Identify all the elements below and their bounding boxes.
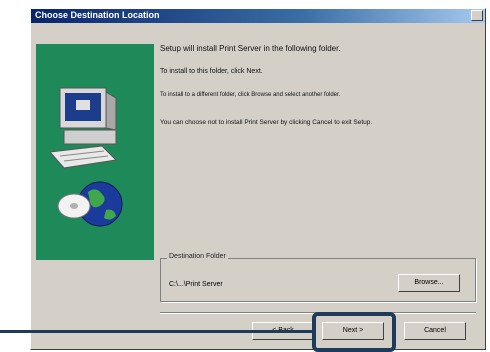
cd-icon	[57, 193, 91, 219]
callout-pointer-line	[0, 330, 316, 333]
install-location-text: Setup will install Print Server in the f…	[160, 44, 341, 53]
installer-graphic-panel	[36, 44, 154, 260]
browse-button[interactable]: Browse...	[398, 274, 460, 292]
next-button-highlight	[312, 312, 396, 352]
title-bar: Choose Destination Location	[31, 9, 485, 23]
computer-icon	[48, 87, 118, 169]
next-instruction-text: To install to this folder, click Next.	[160, 68, 263, 75]
window-title: Choose Destination Location	[35, 10, 160, 20]
cancel-button[interactable]: Cancel	[404, 322, 466, 340]
browse-instruction-text: To install to a different folder, click …	[160, 92, 341, 98]
cancel-instruction-text: You can choose not to install Print Serv…	[160, 119, 373, 126]
close-button[interactable]	[471, 10, 483, 21]
destination-folder-path: C:\...\Print Server	[169, 281, 223, 288]
destination-folder-label: Destination Folder	[167, 253, 228, 260]
computer-globe-illustration	[48, 87, 123, 227]
